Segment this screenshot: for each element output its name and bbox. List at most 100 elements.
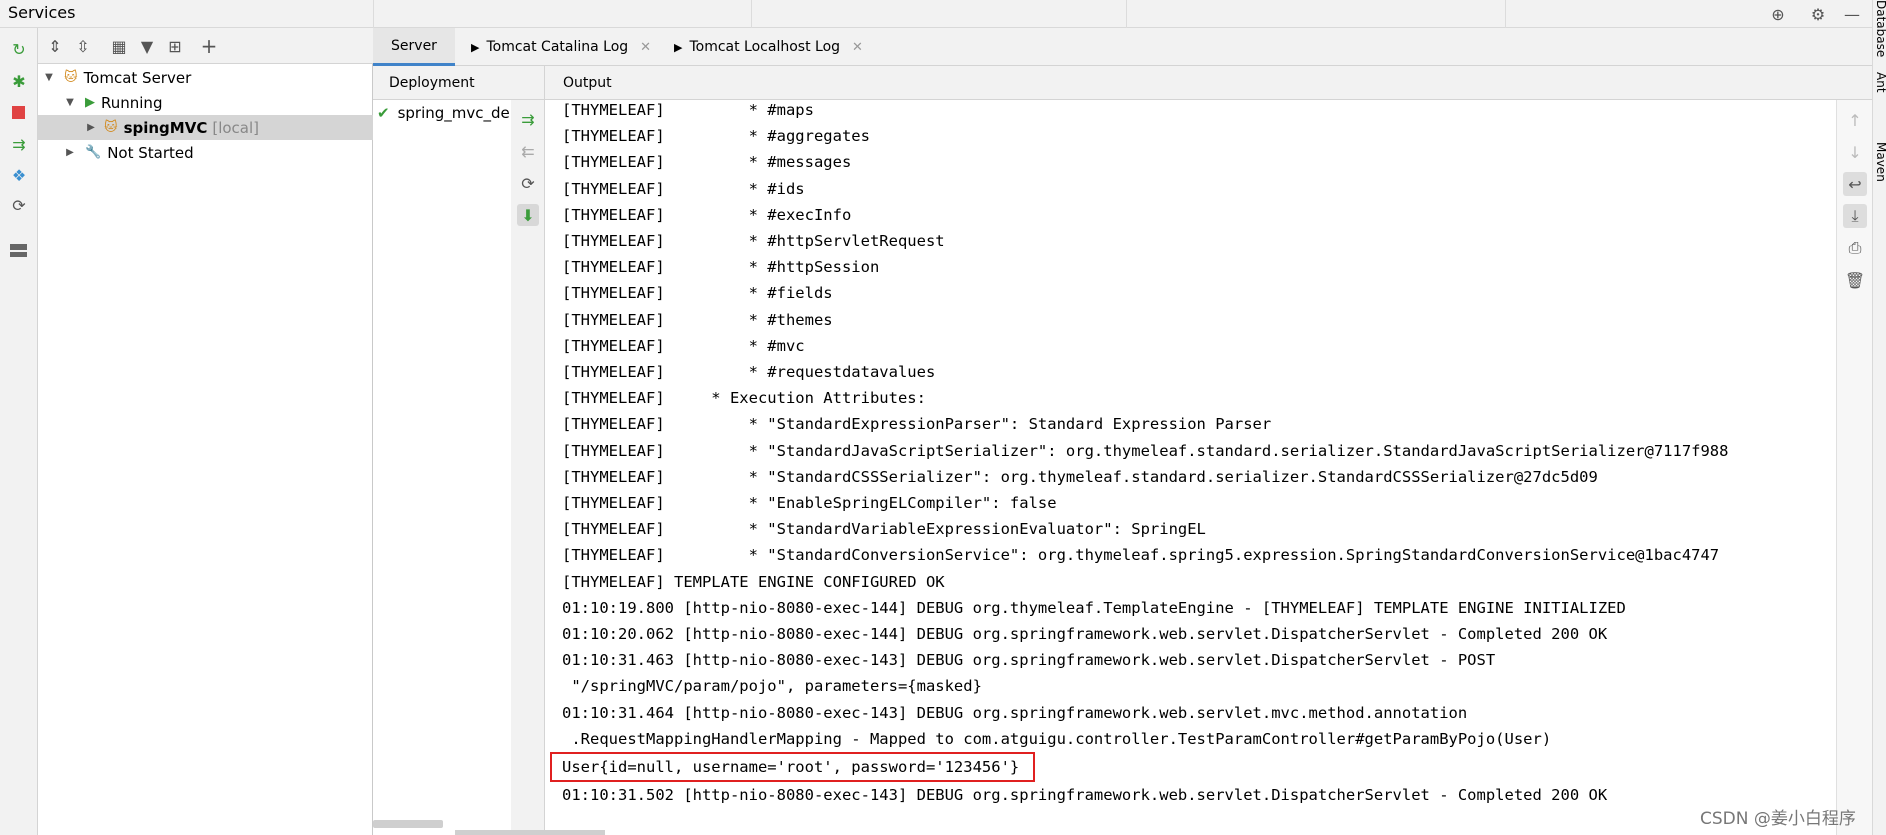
update-icon[interactable]: ⬇ xyxy=(517,204,539,226)
side-tool-ant[interactable]: Ant xyxy=(1874,72,1886,93)
crosshair-icon[interactable]: ⊕ xyxy=(1766,2,1790,26)
tab-label: Server xyxy=(391,37,437,54)
log-line: [THYMELEAF] * "StandardJavaScriptSeriali… xyxy=(562,441,1729,460)
deployment-item[interactable]: ✔ spring_mvc_de xyxy=(377,104,510,122)
log-line: [THYMELEAF] * #themes xyxy=(562,310,833,329)
console-icon: ▶ xyxy=(674,40,683,54)
tree-node-tomcat-server[interactable]: ▼ 🐱 Tomcat Server xyxy=(38,65,373,90)
arrow-down-icon[interactable]: ↓ xyxy=(1843,140,1867,164)
group-by-icon[interactable]: ▦ xyxy=(108,35,130,57)
services-action-bar: ↻ ✱ ⇉ ❖ ⟳ xyxy=(0,28,38,835)
log-line: [THYMELEAF] * #httpServletRequest xyxy=(562,232,945,251)
debug-icon[interactable]: ✱ xyxy=(8,70,30,92)
refresh-icon[interactable]: ⟳ xyxy=(8,194,30,216)
log-line: 01:10:31.502 [http-nio-8080-exec-143] DE… xyxy=(562,786,1608,805)
app-tag: [local] xyxy=(212,118,259,137)
app-name: spingMVC xyxy=(123,118,208,137)
tomcat-icon: 🐱 xyxy=(104,120,118,135)
tree-node-app[interactable]: ▶ 🐱 spingMVC [local] xyxy=(38,115,373,140)
tab-server[interactable]: Server xyxy=(373,28,455,66)
log-line: [THYMELEAF] TEMPLATE ENGINE CONFIGURED O… xyxy=(562,572,945,591)
refresh-icon[interactable]: ⟳ xyxy=(517,172,539,194)
horizontal-scrollbar[interactable] xyxy=(455,830,605,835)
close-icon[interactable]: ✕ xyxy=(852,40,863,55)
log-line: 01:10:31.463 [http-nio-8080-exec-143] DE… xyxy=(562,651,1496,670)
horizontal-scrollbar[interactable] xyxy=(373,820,443,828)
log-line: [THYMELEAF] * #maps xyxy=(562,101,814,119)
deployment-actions: ⇉ ⇇ ⟳ ⬇ xyxy=(511,100,545,835)
console-lines: [THYMELEAF] * #maps [THYMELEAF] * #aggreg… xyxy=(550,100,1729,808)
title-divider xyxy=(1126,0,1127,28)
close-icon[interactable]: ✕ xyxy=(640,40,651,55)
deployment-list: ✔ spring_mvc_de xyxy=(373,100,511,835)
check-icon: ✔ xyxy=(377,104,390,122)
deploy-icon[interactable]: ⇉ xyxy=(517,108,539,130)
soft-wrap-icon[interactable]: ↩ xyxy=(1843,172,1867,196)
layout-icon[interactable] xyxy=(10,244,27,257)
log-line: "/springMVC/param/pojo", parameters={mas… xyxy=(562,677,982,696)
undeploy-icon[interactable]: ⇇ xyxy=(517,140,539,162)
highlighted-log-line: User{id=null, username='root', password=… xyxy=(550,752,1036,783)
tomcat-icon: 🐱 xyxy=(64,70,78,85)
tab-localhost-log[interactable]: ▶ Tomcat Localhost Log ✕ xyxy=(660,28,877,66)
log-line: [THYMELEAF] * "StandardVariableExpressio… xyxy=(562,520,1206,539)
side-tool-database[interactable]: Database xyxy=(1874,0,1886,57)
tree-label: Not Started xyxy=(107,143,194,162)
log-line: 01:10:31.464 [http-nio-8080-exec-143] DE… xyxy=(562,703,1468,722)
gear-icon[interactable]: ⚙ xyxy=(1806,2,1830,26)
log-line: [THYMELEAF] * Execution Attributes: xyxy=(562,389,926,408)
tab-label: Tomcat Catalina Log xyxy=(486,39,629,55)
tree-toolbar: ⇕ ⇳ ▦ ▼ ⊞ + xyxy=(38,28,373,64)
wrench-icon: 🔧 xyxy=(85,145,102,160)
expanded-arrow-icon[interactable]: ▼ xyxy=(63,97,77,108)
rerun-icon[interactable]: ↻ xyxy=(8,38,30,60)
tree-label: Tomcat Server xyxy=(83,68,192,87)
stop-icon[interactable] xyxy=(12,106,25,119)
filter-icon[interactable]: ▼ xyxy=(136,35,158,57)
log-line: [THYMELEAF] * #ids xyxy=(562,179,805,198)
collapse-all-icon[interactable]: ⇳ xyxy=(72,35,94,57)
deploy-icon[interactable]: ⇉ xyxy=(8,133,30,155)
services-icon[interactable]: ❖ xyxy=(8,164,30,186)
log-line: [THYMELEAF] * #httpSession xyxy=(562,258,880,277)
title-divider xyxy=(373,0,374,28)
log-line: 01:10:19.800 [http-nio-8080-exec-144] DE… xyxy=(562,598,1626,617)
title-divider xyxy=(751,0,752,28)
deployment-item-label: spring_mvc_de xyxy=(397,104,510,122)
minimize-icon[interactable]: — xyxy=(1840,2,1864,26)
console-toolbar: ↑ ↓ ↩ ⤓ ⎙ 🗑 xyxy=(1836,100,1872,835)
log-line: [THYMELEAF] * "EnableSpringELCompiler": … xyxy=(562,494,1057,513)
tab-bar: Server ▶ Tomcat Catalina Log ✕ ▶ Tomcat … xyxy=(373,28,1872,66)
log-line: .RequestMappingHandlerMapping - Mapped t… xyxy=(562,729,1552,748)
side-tool-maven[interactable]: Maven xyxy=(1874,142,1886,182)
log-line: [THYMELEAF] * #mvc xyxy=(562,336,805,355)
tree-node-not-started[interactable]: ▶ 🔧 Not Started xyxy=(38,140,373,165)
log-line: [THYMELEAF] * #fields xyxy=(562,284,833,303)
right-tool-strip: Database Ant Maven xyxy=(1872,0,1886,835)
collapsed-arrow-icon[interactable]: ▶ xyxy=(84,122,98,133)
log-line: 01:10:20.062 [http-nio-8080-exec-144] DE… xyxy=(562,625,1608,644)
output-header: Output xyxy=(545,66,1872,100)
run-icon: ▶ xyxy=(85,95,95,110)
title-divider xyxy=(1505,0,1506,28)
expand-all-icon[interactable]: ⇕ xyxy=(44,35,66,57)
log-line: [THYMELEAF] * #requestdatavalues xyxy=(562,363,936,382)
trash-icon[interactable]: 🗑 xyxy=(1843,268,1867,292)
print-icon[interactable]: ⎙ xyxy=(1843,236,1867,260)
add-service-icon[interactable]: + xyxy=(198,34,220,58)
console-output[interactable]: [THYMELEAF] * #maps [THYMELEAF] * #aggreg… xyxy=(545,100,1836,835)
collapsed-arrow-icon[interactable]: ▶ xyxy=(63,147,77,158)
log-line: [THYMELEAF] * "StandardConversionService… xyxy=(562,546,1720,565)
arrow-up-icon[interactable]: ↑ xyxy=(1843,108,1867,132)
scroll-to-end-icon[interactable]: ⤓ xyxy=(1843,204,1867,228)
window-title: Services xyxy=(8,3,76,22)
log-line: [THYMELEAF] * "StandardCSSSerializer": o… xyxy=(562,467,1598,486)
expanded-arrow-icon[interactable]: ▼ xyxy=(42,72,56,83)
log-line: [THYMELEAF] * "StandardExpressionParser"… xyxy=(562,415,1272,434)
watermark: CSDN @姜小白程序 xyxy=(1700,809,1856,829)
tab-catalina-log[interactable]: ▶ Tomcat Catalina Log ✕ xyxy=(457,28,665,66)
title-bar: Services ⊕ ⚙ — xyxy=(0,0,1872,28)
new-tab-icon[interactable]: ⊞ xyxy=(164,35,186,57)
tree-node-running[interactable]: ▼ ▶ Running xyxy=(38,90,373,115)
tab-label: Tomcat Localhost Log xyxy=(689,39,841,55)
